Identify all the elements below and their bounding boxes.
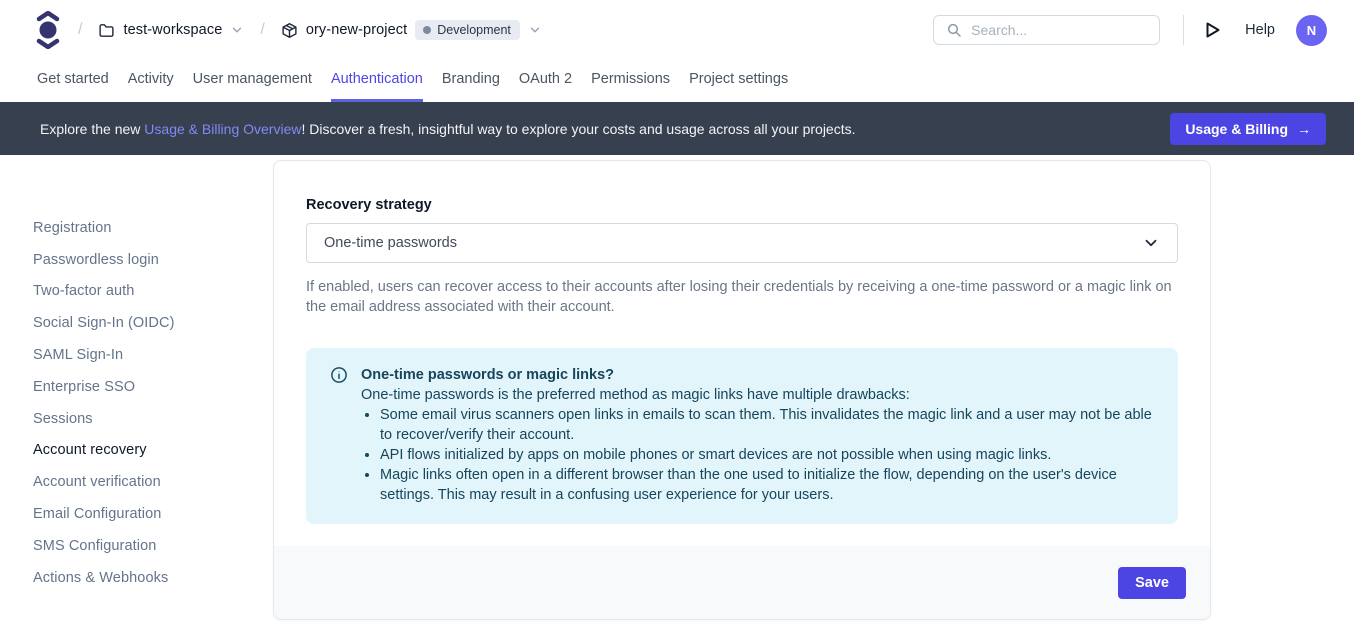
arrow-right-icon: → xyxy=(1297,121,1311,137)
environment-label: Development xyxy=(437,23,511,37)
banner-text-prefix: Explore the new xyxy=(40,121,144,137)
environment-badge: Development xyxy=(415,20,520,40)
tab-oauth2[interactable]: OAuth 2 xyxy=(519,60,572,102)
chevron-down-icon xyxy=(230,23,244,37)
breadcrumb-separator: / xyxy=(260,21,264,39)
workspace-name: test-workspace xyxy=(123,22,222,38)
sidebar-item-sms-configuration[interactable]: SMS Configuration xyxy=(33,530,273,562)
play-icon[interactable] xyxy=(1205,21,1221,39)
package-icon xyxy=(281,22,298,39)
avatar-initial: N xyxy=(1307,23,1316,38)
breadcrumb-separator: / xyxy=(78,21,82,39)
sidebar-item-saml-sign-in[interactable]: SAML Sign-In xyxy=(33,339,273,371)
account-recovery-card: Recovery strategy One-time passwords If … xyxy=(273,160,1211,620)
help-link[interactable]: Help xyxy=(1245,22,1275,38)
recovery-strategy-label: Recovery strategy xyxy=(306,197,1178,213)
authentication-sidebar: Registration Passwordless login Two-fact… xyxy=(0,155,273,594)
info-box: One-time passwords or magic links? One-t… xyxy=(306,348,1178,524)
info-box-title: One-time passwords or magic links? xyxy=(361,365,1154,385)
sidebar-item-registration[interactable]: Registration xyxy=(33,212,273,244)
topbar-divider xyxy=(1183,15,1184,45)
workspace-breadcrumb[interactable]: test-workspace xyxy=(98,22,244,39)
info-icon xyxy=(330,366,348,505)
search-input[interactable] xyxy=(971,22,1147,38)
avatar[interactable]: N xyxy=(1296,15,1327,46)
topbar: / test-workspace / ory-new-project Devel… xyxy=(0,0,1354,60)
usage-billing-button-label: Usage & Billing xyxy=(1185,121,1288,137)
chevron-down-icon xyxy=(1142,234,1160,252)
sidebar-item-social-sign-in[interactable]: Social Sign-In (OIDC) xyxy=(33,307,273,339)
sidebar-item-actions-webhooks[interactable]: Actions & Webhooks xyxy=(33,562,273,594)
tab-authentication[interactable]: Authentication xyxy=(331,60,423,102)
tab-permissions[interactable]: Permissions xyxy=(591,60,670,102)
info-box-bullet: Some email virus scanners open links in … xyxy=(380,405,1154,445)
tab-project-settings[interactable]: Project settings xyxy=(689,60,788,102)
recovery-strategy-value: One-time passwords xyxy=(324,235,1142,251)
search-box[interactable] xyxy=(933,15,1160,45)
banner-text-suffix: ! Discover a fresh, insightful way to ex… xyxy=(301,121,855,137)
sidebar-item-account-recovery[interactable]: Account recovery xyxy=(33,435,273,467)
recovery-strategy-description: If enabled, users can recover access to … xyxy=(306,277,1178,317)
sidebar-item-enterprise-sso[interactable]: Enterprise SSO xyxy=(33,371,273,403)
folder-icon xyxy=(98,22,115,39)
banner-text: Explore the new Usage & Billing Overview… xyxy=(40,121,856,137)
chevron-down-icon xyxy=(528,23,542,37)
tab-activity[interactable]: Activity xyxy=(128,60,174,102)
tab-get-started[interactable]: Get started xyxy=(37,60,109,102)
search-icon xyxy=(946,22,962,38)
tab-branding[interactable]: Branding xyxy=(442,60,500,102)
info-box-intro: One-time passwords is the preferred meth… xyxy=(361,385,1154,405)
sidebar-item-account-verification[interactable]: Account verification xyxy=(33,466,273,498)
info-box-bullet: API flows initialized by apps on mobile … xyxy=(380,445,1154,465)
card-body: Recovery strategy One-time passwords If … xyxy=(274,161,1210,524)
recovery-strategy-select[interactable]: One-time passwords xyxy=(306,223,1178,263)
card-footer: Save xyxy=(274,546,1210,619)
info-box-bullet: Magic links often open in a different br… xyxy=(380,465,1154,505)
save-button[interactable]: Save xyxy=(1118,567,1186,599)
environment-dot-icon xyxy=(423,26,431,34)
sidebar-item-passwordless-login[interactable]: Passwordless login xyxy=(33,244,273,276)
info-box-bullet-list: Some email virus scanners open links in … xyxy=(380,405,1154,505)
sidebar-item-email-configuration[interactable]: Email Configuration xyxy=(33,498,273,530)
content-area: Registration Passwordless login Two-fact… xyxy=(0,155,1354,625)
sidebar-item-two-factor-auth[interactable]: Two-factor auth xyxy=(33,276,273,308)
project-name: ory-new-project xyxy=(306,22,407,38)
project-nav-tabs: Get started Activity User management Aut… xyxy=(0,60,1354,102)
tab-user-management[interactable]: User management xyxy=(193,60,312,102)
usage-billing-button[interactable]: Usage & Billing → xyxy=(1170,113,1326,145)
usage-billing-banner: Explore the new Usage & Billing Overview… xyxy=(0,102,1354,155)
sidebar-item-sessions[interactable]: Sessions xyxy=(33,403,273,435)
ory-logo-icon[interactable] xyxy=(34,11,62,49)
project-breadcrumb[interactable]: ory-new-project Development xyxy=(281,20,542,40)
info-box-content: One-time passwords or magic links? One-t… xyxy=(361,365,1154,505)
usage-billing-overview-link[interactable]: Usage & Billing Overview xyxy=(144,121,301,137)
